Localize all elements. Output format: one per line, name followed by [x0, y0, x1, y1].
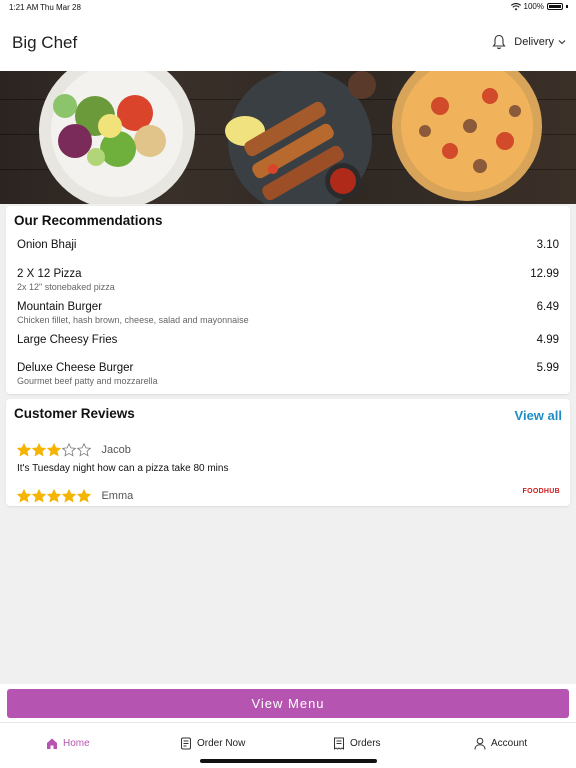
star-filled-icon [47, 488, 61, 503]
reviews-title: Customer Reviews [14, 406, 135, 421]
menu-item-name: 2 X 12 Pizza [17, 268, 82, 280]
wifi-icon [510, 2, 521, 10]
tab-account[interactable]: Account [474, 737, 527, 750]
chevron-down-icon [558, 40, 566, 45]
order-icon [181, 737, 191, 750]
delivery-selector[interactable]: Delivery [514, 36, 566, 48]
battery-percent: 100% [523, 2, 544, 11]
star-filled-icon [32, 442, 46, 457]
view-all-reviews-link[interactable]: View all [515, 408, 562, 423]
star-filled-icon [17, 488, 31, 503]
reviews-card: Customer Reviews View all Jacob It's Tue… [6, 399, 570, 506]
review-item: Jacob It's Tuesday night how can a pizza… [17, 441, 559, 474]
star-empty-icon [62, 442, 76, 457]
menu-item-name: Deluxe Cheese Burger [17, 362, 134, 374]
tab-label: Orders [350, 738, 381, 749]
menu-item-price: 12.99 [530, 268, 559, 280]
tab-label: Order Now [197, 738, 246, 749]
menu-item-price: 6.49 [536, 301, 559, 313]
star-filled-icon [77, 488, 91, 503]
restaurant-title: Big Chef [12, 33, 78, 52]
recommendations-title: Our Recommendations [14, 213, 163, 228]
menu-item-name: Onion Bhaji [17, 239, 77, 251]
recommendations-card: Our Recommendations Onion Bhaji 3.10 2 X… [6, 206, 570, 394]
menu-item[interactable]: Onion Bhaji 3.10 [17, 239, 559, 251]
tab-order-now[interactable]: Order Now [180, 737, 245, 750]
status-right: 100% [510, 2, 568, 11]
menu-item-name: Mountain Burger [17, 301, 103, 313]
menu-item-description: Gourmet beef patty and mozzarella [17, 376, 158, 386]
delivery-label: Delivery [514, 36, 554, 48]
review-item: Emma [17, 487, 559, 505]
header-actions: Delivery [492, 34, 566, 50]
app-header: Big Chef Delivery [0, 14, 576, 71]
star-rating [17, 488, 91, 503]
bell-icon[interactable] [492, 34, 506, 50]
star-rating [17, 442, 91, 457]
reviewer-name: Jacob [101, 443, 131, 456]
home-icon [47, 738, 57, 749]
menu-item-price: 4.99 [536, 334, 559, 346]
tab-home[interactable]: Home [46, 737, 90, 750]
status-date: Thu Mar 28 [40, 3, 81, 12]
home-indicator [200, 759, 377, 763]
tab-label: Account [491, 738, 528, 749]
battery-tip [566, 5, 568, 8]
tab-orders[interactable]: Orders [333, 737, 381, 750]
menu-item[interactable]: Large Cheesy Fries 4.99 [17, 334, 559, 346]
menu-item-description: 2x 12" stonebaked pizza [17, 282, 115, 292]
review-text: It's Tuesday night how can a pizza take … [17, 463, 229, 474]
star-filled-icon [62, 488, 76, 503]
view-menu-button[interactable]: View Menu [7, 689, 569, 718]
hero-banner [0, 71, 576, 204]
star-filled-icon [17, 442, 31, 457]
menu-item-name: Large Cheesy Fries [17, 334, 118, 346]
tab-label: Home [63, 738, 90, 749]
receipt-icon [334, 737, 344, 750]
menu-item[interactable]: 2 X 12 Pizza 2x 12" stonebaked pizza 12.… [17, 268, 559, 292]
reviewer-name: Emma [101, 489, 134, 502]
status-bar: 1:21 AM Thu Mar 28 100% [0, 0, 576, 14]
status-time: 1:21 AM [9, 3, 39, 12]
star-filled-icon [32, 488, 46, 503]
person-icon [474, 737, 486, 750]
star-filled-icon [47, 442, 61, 457]
menu-item[interactable]: Mountain Burger Chicken fillet, hash bro… [17, 301, 559, 325]
food-banner-illustration [39, 71, 542, 204]
menu-item-price: 3.10 [536, 239, 559, 251]
battery-icon [547, 3, 563, 10]
foodhub-logo: FOODHUB [522, 488, 560, 495]
menu-item-description: Chicken fillet, hash brown, cheese, sala… [17, 315, 249, 325]
menu-item-price: 5.99 [536, 362, 559, 374]
menu-item[interactable]: Deluxe Cheese Burger Gourmet beef patty … [17, 362, 559, 386]
star-empty-icon [77, 442, 91, 457]
